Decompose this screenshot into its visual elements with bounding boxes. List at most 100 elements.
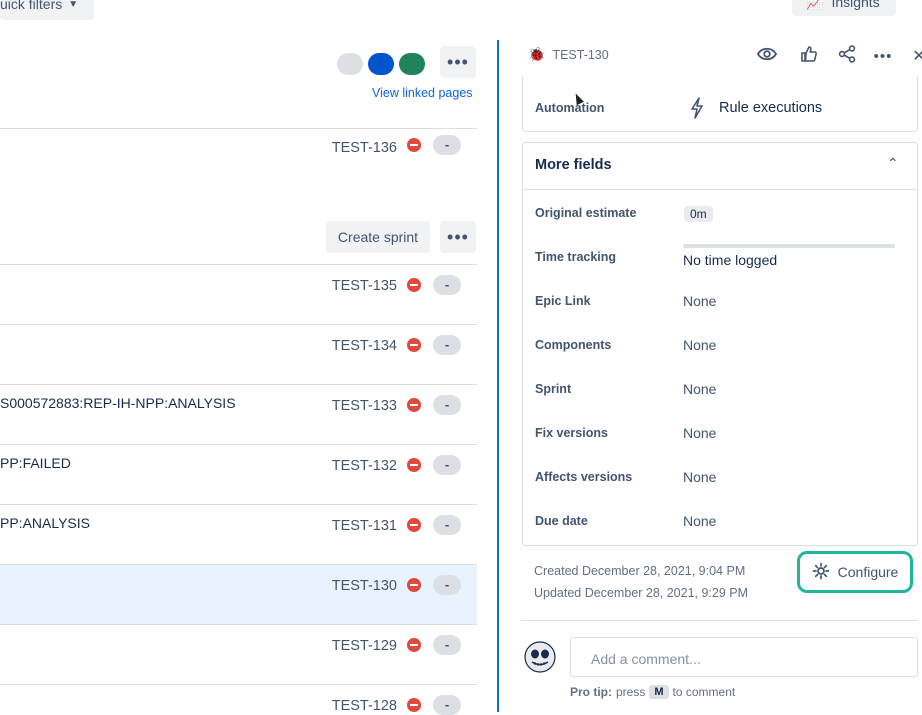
priority-icon [407,278,421,292]
view-linked-pages-link[interactable]: View linked pages [372,86,473,100]
affects-versions-value[interactable]: None [683,469,716,485]
protip-press: press [616,685,646,699]
issue-summary: PP:FAILED [0,455,71,471]
updated-timestamp: Updated December 28, 2021, 9:29 PM [534,586,749,600]
user-avatar[interactable] [524,641,556,678]
fix-versions-value[interactable]: None [683,425,716,441]
more-fields-title[interactable]: More fields [535,157,612,173]
table-row-selected[interactable]: TEST-130 - [0,565,477,625]
quick-filters-dropdown[interactable]: uick filters ▼ [0,0,94,20]
priority-icon [407,578,421,592]
table-row[interactable]: TEST-136 - [0,129,477,189]
issue-key[interactable]: TEST-133 [332,398,397,414]
issue-header-key[interactable]: 🐞 TEST-130 [528,46,609,63]
status-badge[interactable]: - [433,275,461,295]
field-label-sprint: Sprint [535,382,572,396]
issue-summary: S000572883:REP-IH-NPP:ANALYSIS [0,395,236,411]
issue-key[interactable]: TEST-136 [332,140,397,156]
more-icon: ••• [873,47,893,65]
quick-filters-label: uick filters [0,0,63,12]
issue-more-button[interactable]: ••• [872,46,894,66]
status-badge[interactable]: - [433,395,461,415]
eye-icon [756,47,778,66]
table-row[interactable]: TEST-134 - [0,325,477,385]
lightning-icon [690,97,704,124]
components-value[interactable]: None [683,337,716,353]
field-label-fix-versions: Fix versions [535,426,608,440]
sprint-value[interactable]: None [683,381,716,397]
protip-suffix: to comment [672,685,736,699]
table-row[interactable]: TEST-128 - [0,685,477,715]
issue-key-label[interactable]: TEST-130 [552,48,608,62]
field-label-affects-versions: Affects versions [535,470,633,484]
status-badge[interactable]: - [433,335,461,355]
status-badge[interactable]: - [433,135,461,155]
chart-icon: 📈 [806,0,824,10]
add-comment-input[interactable]: Add a comment... [570,637,918,677]
table-row[interactable]: TEST-129 - [0,625,477,685]
close-icon: ✕ [912,48,922,65]
board-more-button[interactable]: ••• [440,46,476,78]
issue-key[interactable]: TEST-132 [332,458,397,474]
field-label-epic-link: Epic Link [535,294,591,308]
avatar-filter-2[interactable] [368,53,394,75]
status-badge[interactable]: - [433,515,461,535]
insights-button[interactable]: 📈 Insights [792,0,896,16]
backlog-more-button[interactable]: ••• [440,221,476,253]
more-icon: ••• [447,226,469,247]
due-date-value[interactable]: None [683,513,716,529]
thumbs-up-icon [800,45,818,68]
avatar-filter-1[interactable] [337,53,363,75]
field-label-due-date: Due date [535,514,588,528]
backlog-list: TEST-135 - TEST-134 - S000572883:REP-IH-… [0,264,477,715]
configure-label: Configure [837,564,899,580]
divider-line [521,620,918,621]
panel-resize-handle[interactable] [497,40,499,712]
chevron-up-icon[interactable]: ⌃ [887,155,899,172]
avatar-filter-3[interactable] [399,53,425,75]
issue-summary: PP:ANALYSIS [0,515,91,531]
priority-icon [407,518,421,532]
shortcut-key: M [649,685,669,699]
priority-icon [407,398,421,412]
rule-executions-link[interactable]: Rule executions [719,100,822,116]
status-badge[interactable]: - [433,575,461,595]
status-badge[interactable]: - [433,635,461,655]
issue-key[interactable]: TEST-134 [332,338,397,354]
priority-icon [407,138,421,152]
time-tracking-bar[interactable] [683,244,895,248]
issue-key[interactable]: TEST-130 [332,578,397,594]
more-icon: ••• [447,51,469,72]
priority-icon [407,338,421,352]
status-badge[interactable]: - [433,695,461,715]
priority-icon [407,698,421,712]
table-row[interactable]: PP:ANALYSIS TEST-131 - [0,505,477,565]
create-sprint-button[interactable]: Create sprint [326,221,430,253]
protip-prefix: Pro tip: [570,685,612,699]
sprint-issue-box: TEST-136 - [0,128,477,189]
watch-button[interactable] [756,46,778,66]
close-panel-button[interactable]: ✕ [908,46,922,66]
bug-icon: 🐞 [528,46,546,62]
priority-icon [407,458,421,472]
table-row[interactable]: S000572883:REP-IH-NPP:ANALYSIS TEST-133 … [0,385,477,445]
configure-button[interactable]: Configure [797,551,913,593]
table-row[interactable]: TEST-135 - [0,265,477,325]
issue-key[interactable]: TEST-131 [332,518,397,534]
priority-icon [407,638,421,652]
table-row[interactable]: PP:FAILED TEST-132 - [0,445,477,505]
field-label-components: Components [535,338,612,352]
vote-button[interactable] [798,45,820,68]
chevron-down-icon: ▼ [68,0,79,10]
field-label-time-tracking: Time tracking [535,250,617,264]
epic-link-value[interactable]: None [683,293,716,309]
share-button[interactable] [836,44,858,68]
original-estimate-value[interactable]: 0m [684,206,713,222]
created-timestamp: Created December 28, 2021, 9:04 PM [534,564,746,578]
status-badge[interactable]: - [433,455,461,475]
share-icon [838,44,856,68]
issue-key[interactable]: TEST-135 [332,278,397,294]
gear-icon [812,562,830,583]
issue-key[interactable]: TEST-129 [332,638,397,654]
time-tracking-value[interactable]: No time logged [683,252,777,268]
